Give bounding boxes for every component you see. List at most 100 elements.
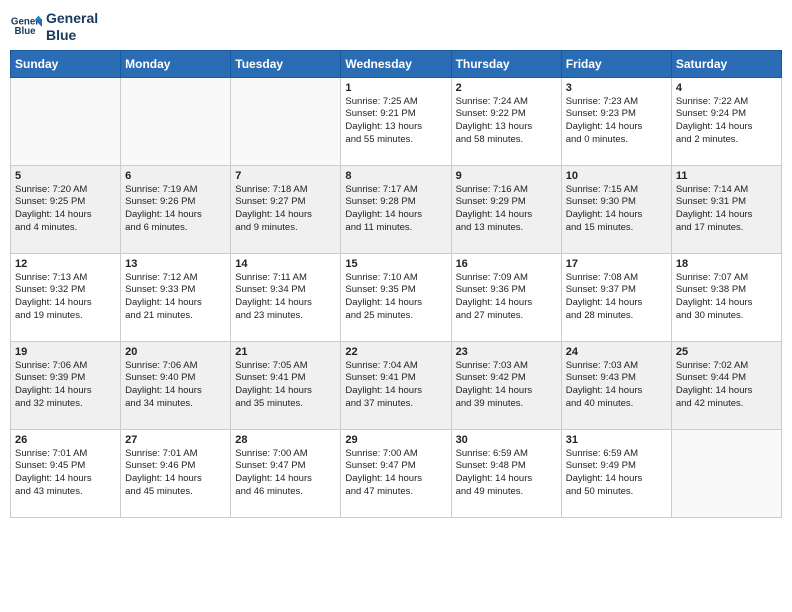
daylight-minutes: and 45 minutes.: [125, 486, 226, 499]
calendar-week-row: 12Sunrise: 7:13 AMSunset: 9:32 PMDayligh…: [11, 253, 782, 341]
sunset-time: Sunset: 9:38 PM: [676, 284, 777, 297]
calendar-cell: 24Sunrise: 7:03 AMSunset: 9:43 PMDayligh…: [561, 341, 671, 429]
sunrise-time: Sunrise: 7:22 AM: [676, 96, 777, 109]
calendar-week-row: 26Sunrise: 7:01 AMSunset: 9:45 PMDayligh…: [11, 429, 782, 517]
cell-info: Sunrise: 7:00 AMSunset: 9:47 PMDaylight:…: [345, 448, 446, 499]
daylight-minutes: and 28 minutes.: [566, 310, 667, 323]
sunrise-time: Sunrise: 7:00 AM: [235, 448, 336, 461]
sunrise-time: Sunrise: 7:09 AM: [456, 272, 557, 285]
sunrise-time: Sunrise: 7:06 AM: [125, 360, 226, 373]
calendar-cell: [11, 77, 121, 165]
daylight-hours: Daylight: 14 hours: [456, 473, 557, 486]
sunrise-time: Sunrise: 7:14 AM: [676, 184, 777, 197]
cell-info: Sunrise: 7:11 AMSunset: 9:34 PMDaylight:…: [235, 272, 336, 323]
daylight-hours: Daylight: 14 hours: [235, 209, 336, 222]
sunset-time: Sunset: 9:21 PM: [345, 108, 446, 121]
daylight-minutes: and 25 minutes.: [345, 310, 446, 323]
calendar-cell: 5Sunrise: 7:20 AMSunset: 9:25 PMDaylight…: [11, 165, 121, 253]
cell-info: Sunrise: 7:13 AMSunset: 9:32 PMDaylight:…: [15, 272, 116, 323]
daylight-minutes: and 30 minutes.: [676, 310, 777, 323]
daylight-hours: Daylight: 14 hours: [125, 473, 226, 486]
sunrise-time: Sunrise: 7:11 AM: [235, 272, 336, 285]
cell-info: Sunrise: 7:18 AMSunset: 9:27 PMDaylight:…: [235, 184, 336, 235]
daylight-minutes: and 37 minutes.: [345, 398, 446, 411]
sunrise-time: Sunrise: 7:03 AM: [566, 360, 667, 373]
daylight-minutes: and 11 minutes.: [345, 222, 446, 235]
sunrise-time: Sunrise: 7:07 AM: [676, 272, 777, 285]
logo: General Blue General Blue: [10, 10, 98, 44]
day-number: 7: [235, 170, 336, 182]
calendar-cell: 30Sunrise: 6:59 AMSunset: 9:48 PMDayligh…: [451, 429, 561, 517]
day-number: 25: [676, 346, 777, 358]
cell-info: Sunrise: 7:07 AMSunset: 9:38 PMDaylight:…: [676, 272, 777, 323]
daylight-hours: Daylight: 14 hours: [235, 297, 336, 310]
sunrise-time: Sunrise: 7:05 AM: [235, 360, 336, 373]
calendar-cell: 17Sunrise: 7:08 AMSunset: 9:37 PMDayligh…: [561, 253, 671, 341]
cell-info: Sunrise: 7:06 AMSunset: 9:40 PMDaylight:…: [125, 360, 226, 411]
column-header-friday: Friday: [561, 50, 671, 77]
calendar-cell: 11Sunrise: 7:14 AMSunset: 9:31 PMDayligh…: [671, 165, 781, 253]
sunrise-time: Sunrise: 7:23 AM: [566, 96, 667, 109]
cell-info: Sunrise: 7:10 AMSunset: 9:35 PMDaylight:…: [345, 272, 446, 323]
daylight-hours: Daylight: 14 hours: [125, 209, 226, 222]
daylight-minutes: and 0 minutes.: [566, 134, 667, 147]
calendar-week-row: 5Sunrise: 7:20 AMSunset: 9:25 PMDaylight…: [11, 165, 782, 253]
sunset-time: Sunset: 9:47 PM: [235, 460, 336, 473]
column-header-thursday: Thursday: [451, 50, 561, 77]
day-number: 6: [125, 170, 226, 182]
day-number: 16: [456, 258, 557, 270]
logo-text: General: [46, 10, 98, 27]
daylight-hours: Daylight: 14 hours: [566, 297, 667, 310]
cell-info: Sunrise: 7:14 AMSunset: 9:31 PMDaylight:…: [676, 184, 777, 235]
sunrise-time: Sunrise: 7:19 AM: [125, 184, 226, 197]
daylight-hours: Daylight: 14 hours: [345, 385, 446, 398]
calendar-cell: 6 Sunrise: 7:19 AMSunset: 9:26 PMDaylight…: [121, 165, 231, 253]
cell-info: Sunrise: 7:03 AMSunset: 9:42 PMDaylight:…: [456, 360, 557, 411]
sunset-time: Sunset: 9:41 PM: [235, 372, 336, 385]
sunrise-time: Sunrise: 6:59 AM: [566, 448, 667, 461]
daylight-minutes: and 50 minutes.: [566, 486, 667, 499]
cell-info: Sunrise: 7:04 AMSunset: 9:41 PMDaylight:…: [345, 360, 446, 411]
sunset-time: Sunset: 9:26 PM: [125, 196, 226, 209]
day-number: 8: [345, 170, 446, 182]
sunset-time: Sunset: 9:36 PM: [456, 284, 557, 297]
cell-info: Sunrise: 7:06 AMSunset: 9:39 PMDaylight:…: [15, 360, 116, 411]
daylight-minutes: and 34 minutes.: [125, 398, 226, 411]
calendar-cell: [231, 77, 341, 165]
cell-info: Sunrise: 7:02 AMSunset: 9:44 PMDaylight:…: [676, 360, 777, 411]
cell-info: Sunrise: 7:23 AMSunset: 9:23 PMDaylight:…: [566, 96, 667, 147]
day-number: 27: [125, 434, 226, 446]
sunset-time: Sunset: 9:46 PM: [125, 460, 226, 473]
calendar-cell: 28Sunrise: 7:00 AMSunset: 9:47 PMDayligh…: [231, 429, 341, 517]
calendar-cell: 16Sunrise: 7:09 AMSunset: 9:36 PMDayligh…: [451, 253, 561, 341]
calendar-cell: 9Sunrise: 7:16 AMSunset: 9:29 PMDaylight…: [451, 165, 561, 253]
calendar-week-row: 19Sunrise: 7:06 AMSunset: 9:39 PMDayligh…: [11, 341, 782, 429]
daylight-hours: Daylight: 14 hours: [15, 473, 116, 486]
daylight-hours: Daylight: 14 hours: [125, 385, 226, 398]
day-number: 24: [566, 346, 667, 358]
daylight-minutes: and 15 minutes.: [566, 222, 667, 235]
cell-info: Sunrise: 7:00 AMSunset: 9:47 PMDaylight:…: [235, 448, 336, 499]
day-number: 2: [456, 82, 557, 94]
calendar-cell: 12Sunrise: 7:13 AMSunset: 9:32 PMDayligh…: [11, 253, 121, 341]
cell-info: Sunrise: 7:16 AMSunset: 9:29 PMDaylight:…: [456, 184, 557, 235]
cell-info: Sunrise: 7:01 AMSunset: 9:45 PMDaylight:…: [15, 448, 116, 499]
logo-icon: General Blue: [10, 11, 42, 43]
sunset-time: Sunset: 9:48 PM: [456, 460, 557, 473]
daylight-hours: Daylight: 14 hours: [345, 209, 446, 222]
day-number: 18: [676, 258, 777, 270]
sunset-time: Sunset: 9:32 PM: [15, 284, 116, 297]
cell-info: Sunrise: 6:59 AMSunset: 9:49 PMDaylight:…: [566, 448, 667, 499]
column-header-tuesday: Tuesday: [231, 50, 341, 77]
cell-info: Sunrise: 7:12 AMSunset: 9:33 PMDaylight:…: [125, 272, 226, 323]
sunset-time: Sunset: 9:23 PM: [566, 108, 667, 121]
column-header-sunday: Sunday: [11, 50, 121, 77]
calendar-cell: 27Sunrise: 7:01 AMSunset: 9:46 PMDayligh…: [121, 429, 231, 517]
calendar-cell: 14Sunrise: 7:11 AMSunset: 9:34 PMDayligh…: [231, 253, 341, 341]
daylight-hours: Daylight: 14 hours: [566, 209, 667, 222]
sunset-time: Sunset: 9:34 PM: [235, 284, 336, 297]
daylight-hours: Daylight: 14 hours: [15, 385, 116, 398]
sunrise-time: Sunrise: 7:03 AM: [456, 360, 557, 373]
daylight-hours: Daylight: 14 hours: [235, 473, 336, 486]
daylight-minutes: and 27 minutes.: [456, 310, 557, 323]
